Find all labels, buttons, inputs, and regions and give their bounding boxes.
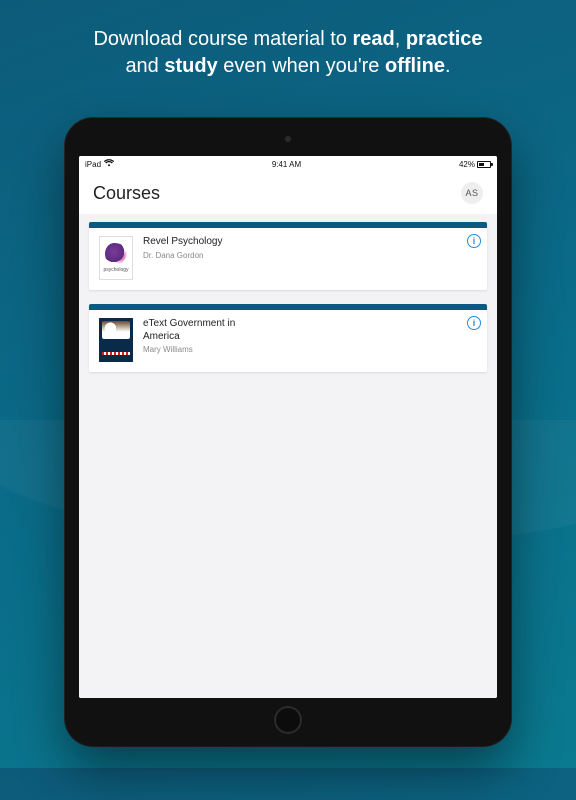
thumbnail-caption: psychology [103,267,128,273]
ipad-home-button[interactable] [274,706,302,734]
ios-status-bar: iPad 9:41 AM 42% [79,156,497,172]
ipad-screen: iPad 9:41 AM 42% Courses AS [79,156,497,698]
ipad-device-frame: iPad 9:41 AM 42% Courses AS [65,118,511,746]
headline-text: even when you're [218,55,385,77]
headline-text: , [395,28,406,50]
info-icon[interactable]: i [467,234,481,248]
course-thumbnail [99,318,133,362]
statusbar-time: 9:41 AM [272,160,301,169]
headline-text: Download course material to [93,28,352,50]
course-card[interactable]: psychology Revel Psychology Dr. Dana Gor… [89,222,487,290]
headline-text: . [445,55,451,77]
course-title: Revel Psychology [143,236,263,249]
course-instructor: Mary Williams [143,345,477,354]
statusbar-carrier: iPad [85,160,101,169]
headline-text: and [125,55,164,77]
course-list: psychology Revel Psychology Dr. Dana Gor… [79,214,497,698]
headline-bold-read: read [352,28,394,50]
profile-avatar[interactable]: AS [461,182,483,204]
course-thumbnail: psychology [99,236,133,280]
battery-percent: 42% [459,160,475,169]
course-instructor: Dr. Dana Gordon [143,251,477,260]
page-title: Courses [93,183,160,204]
headline-bold-practice: practice [406,28,483,50]
ipad-camera [285,136,291,142]
headline-bold-study: study [164,55,217,77]
battery-icon [477,161,491,168]
battery-indicator: 42% [459,160,491,169]
wifi-icon [104,159,114,169]
course-card[interactable]: eText Government in America Mary William… [89,304,487,372]
info-icon[interactable]: i [467,316,481,330]
headline-bold-offline: offline [385,55,445,77]
marketing-headline: Download course material to read, practi… [0,0,576,80]
course-title: eText Government in America [143,318,263,343]
app-header: Courses AS [79,172,497,214]
